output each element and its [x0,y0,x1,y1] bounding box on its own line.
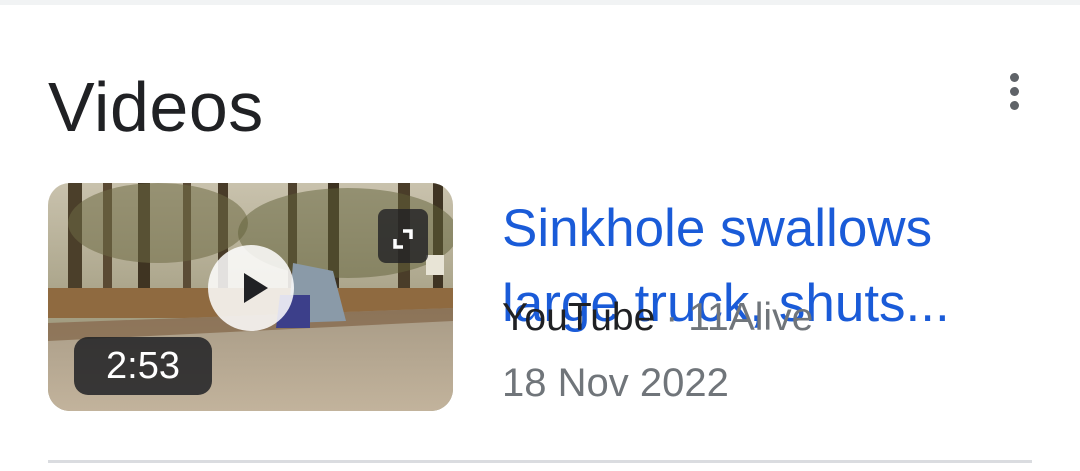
more-vert-icon-dot [1009,86,1019,96]
video-date: 18 Nov 2022 [502,361,729,405]
section-title: Videos [48,68,264,146]
video-channel: 11Alive [688,296,814,339]
bottom-divider [48,460,1032,463]
video-result[interactable]: 2:53 Sinkhole swallows large truck, shut… [48,183,1038,413]
play-button[interactable] [208,245,294,331]
expand-icon [393,229,413,249]
more-options-button[interactable] [994,67,1034,115]
video-meta: YouTube · 11Alive [502,295,813,341]
duration-badge: 2:53 [74,337,212,395]
play-icon [244,273,268,303]
more-vert-icon-dot [1009,100,1019,110]
videos-card: Videos 2:53 Sinkhole swallows large truc… [0,5,1080,471]
video-thumbnail[interactable]: 2:53 [48,183,453,411]
video-source: YouTube [502,296,656,339]
more-vert-icon [1009,72,1019,82]
meta-separator: · [665,296,679,339]
expand-button[interactable] [378,209,428,263]
